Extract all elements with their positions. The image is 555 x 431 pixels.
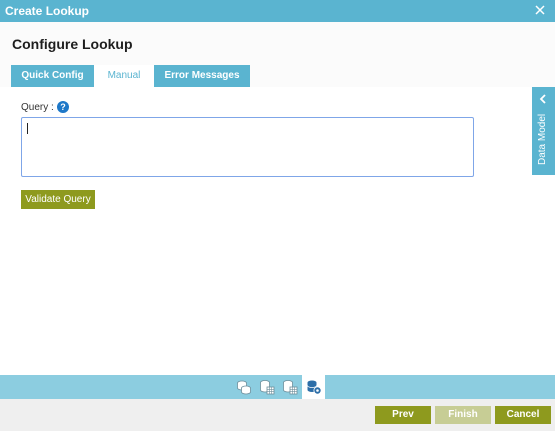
help-icon[interactable]: ? <box>57 101 69 113</box>
window-titlebar: Create Lookup <box>0 0 555 22</box>
finish-button[interactable]: Finish <box>435 406 491 424</box>
tab-quick-config[interactable]: Quick Config <box>11 65 94 87</box>
step-bar <box>0 375 555 399</box>
step-database-settings[interactable] <box>302 375 325 399</box>
footer-bar: Prev Finish Cancel <box>0 399 555 431</box>
chevron-left-icon <box>539 91 548 104</box>
step-database-table-1[interactable] <box>255 375 278 399</box>
tab-manual[interactable]: Manual <box>94 65 154 87</box>
data-model-label: Data Model <box>537 113 548 165</box>
page-header: Configure Lookup Quick Config Manual Err… <box>0 22 555 87</box>
data-model-toggle[interactable]: Data Model <box>532 87 555 175</box>
step-database-table-2[interactable] <box>278 375 301 399</box>
database-icon <box>237 380 251 395</box>
validate-query-button[interactable]: Validate Query <box>21 190 95 209</box>
database-table-icon <box>283 380 298 395</box>
text-cursor <box>27 123 28 134</box>
page-title: Configure Lookup <box>12 36 133 52</box>
window-title: Create Lookup <box>5 4 90 18</box>
query-input[interactable] <box>21 117 474 177</box>
database-settings-icon <box>307 380 322 395</box>
step-database[interactable] <box>232 375 255 399</box>
query-label: Query : <box>21 102 54 113</box>
manual-panel: Query : ? Validate Query <box>0 87 532 375</box>
prev-button[interactable]: Prev <box>375 406 431 424</box>
close-icon[interactable] <box>533 2 547 18</box>
database-table-icon <box>260 380 275 395</box>
tab-error-messages[interactable]: Error Messages <box>154 65 250 87</box>
cancel-button[interactable]: Cancel <box>495 406 551 424</box>
